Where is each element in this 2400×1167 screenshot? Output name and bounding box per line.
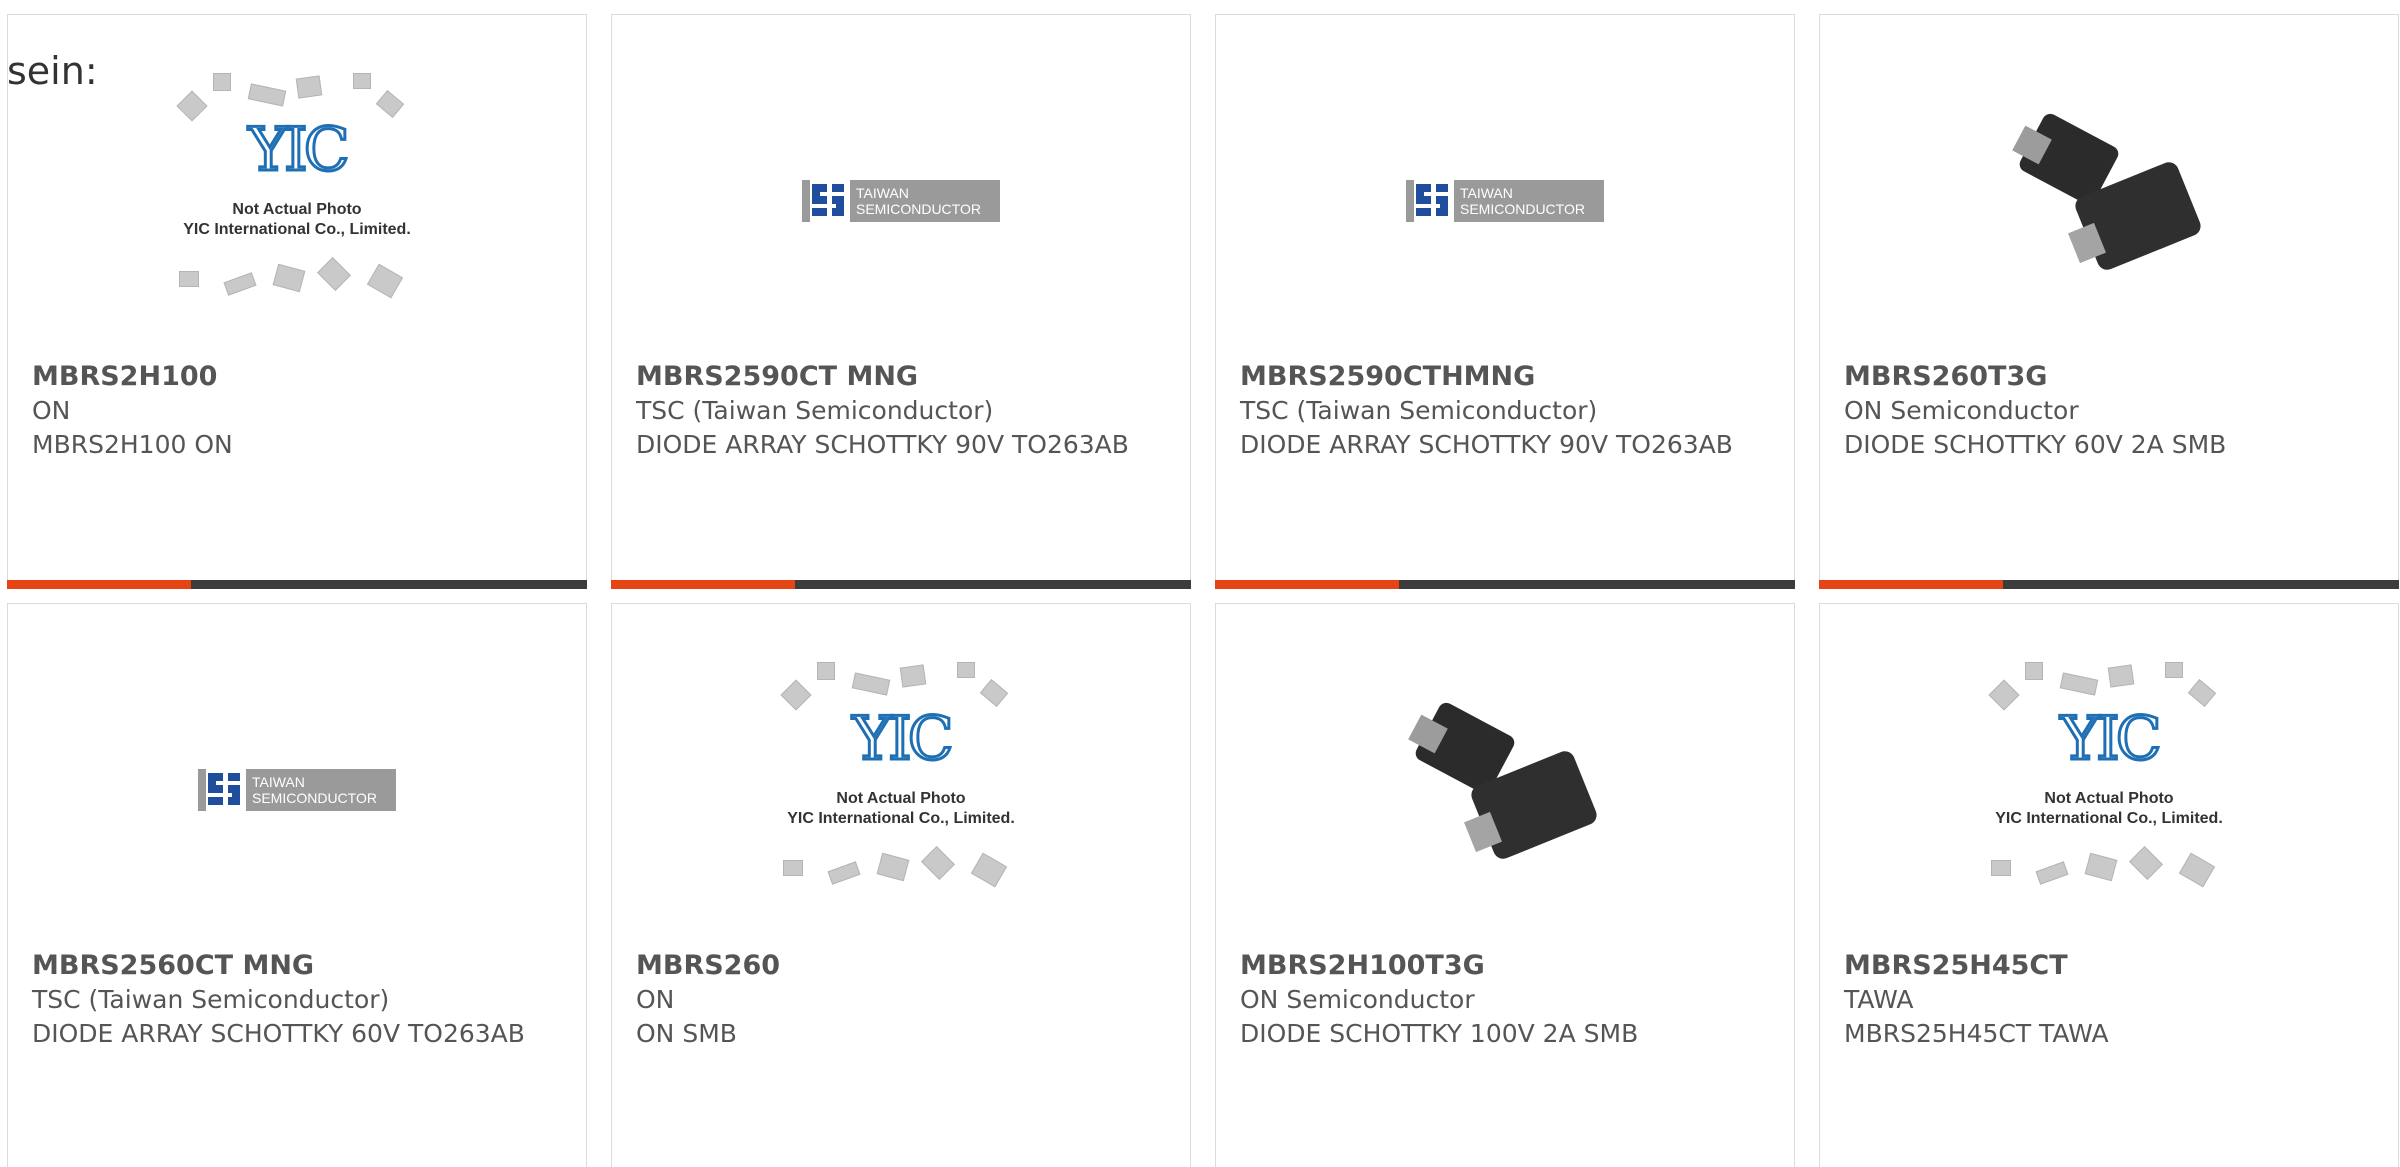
product-card[interactable]: TAIWAN SEMICONDUCTOR MBRS2560CT MNG TSC (… <box>7 603 587 1167</box>
product-card[interactable]: TAIWAN SEMICONDUCTOR MBRS2590CTHMNG TSC (… <box>1215 14 1795 589</box>
card-accent-bar <box>1819 580 2399 589</box>
product-info: MBRS2H100 ON MBRS2H100 ON <box>32 360 566 462</box>
lead-text: sein: <box>7 49 98 93</box>
product-card[interactable]: MBRS260T3G ON Semiconductor DIODE SCHOTT… <box>1819 14 2399 589</box>
yic-placeholder-image: YIC Not Actual Photo YIC International C… <box>1969 654 2249 944</box>
yic-logo: YIC <box>247 114 351 187</box>
manufacturer: ON Semiconductor <box>1240 985 1475 1014</box>
yic-logo: YIC <box>2059 703 2163 776</box>
yic-logo: YIC <box>851 703 955 776</box>
part-number[interactable]: MBRS2590CT MNG <box>636 360 1170 394</box>
description: DIODE ARRAY SCHOTTKY 90V TO263AB <box>636 430 1129 459</box>
card-accent-bar <box>1215 580 1795 589</box>
product-image: TAIWAN SEMICONDUCTOR <box>612 65 1190 355</box>
product-card[interactable]: YIC Not Actual Photo YIC International C… <box>611 603 1191 1167</box>
product-grid-page: sein: YIC Not Actual Photo YIC Internati… <box>0 0 2400 1167</box>
card-accent-bar <box>611 580 1191 589</box>
description: DIODE ARRAY SCHOTTKY 60V TO263AB <box>32 1019 525 1048</box>
product-image: TAIWAN SEMICONDUCTOR <box>1216 65 1794 355</box>
part-number[interactable]: MBRS25H45CT <box>1844 949 2378 983</box>
product-image <box>1820 65 2398 355</box>
description: MBRS2H100 ON <box>32 430 233 459</box>
product-card[interactable]: MBRS2H100T3G ON Semiconductor DIODE SCHO… <box>1215 603 1795 1167</box>
yic-placeholder-image: YIC Not Actual Photo YIC International C… <box>761 654 1041 944</box>
product-info: MBRS2590CT MNG TSC (Taiwan Semiconductor… <box>636 360 1170 462</box>
manufacturer: TSC (Taiwan Semiconductor) <box>32 985 390 1014</box>
smb-diode-photo <box>2009 105 2209 305</box>
manufacturer: ON <box>636 985 675 1014</box>
product-info: MBRS25H45CT TAWA MBRS25H45CT TAWA <box>1844 949 2378 1051</box>
part-number[interactable]: MBRS2H100 <box>32 360 566 394</box>
manufacturer: TSC (Taiwan Semiconductor) <box>1240 396 1598 425</box>
product-image: TAIWAN SEMICONDUCTOR <box>8 654 586 944</box>
product-image <box>1216 654 1794 944</box>
taiwan-semiconductor-logo: TAIWAN SEMICONDUCTOR <box>802 180 1000 222</box>
smb-diode-photo <box>1405 694 1605 894</box>
manufacturer: ON Semiconductor <box>1844 396 2079 425</box>
product-card[interactable]: YIC Not Actual Photo YIC International C… <box>7 14 587 589</box>
manufacturer: ON <box>32 396 71 425</box>
description: DIODE ARRAY SCHOTTKY 90V TO263AB <box>1240 430 1733 459</box>
manufacturer: TSC (Taiwan Semiconductor) <box>636 396 994 425</box>
description: DIODE SCHOTTKY 100V 2A SMB <box>1240 1019 1639 1048</box>
product-info: MBRS2560CT MNG TSC (Taiwan Semiconductor… <box>32 949 566 1051</box>
product-info: MBRS260 ON ON SMB <box>636 949 1170 1051</box>
product-card[interactable]: TAIWAN SEMICONDUCTOR MBRS2590CT MNG TSC (… <box>611 14 1191 589</box>
description: DIODE SCHOTTKY 60V 2A SMB <box>1844 430 2227 459</box>
taiwan-semiconductor-logo: TAIWAN SEMICONDUCTOR <box>198 769 396 811</box>
product-info: MBRS2590CTHMNG TSC (Taiwan Semiconductor… <box>1240 360 1774 462</box>
description: MBRS25H45CT TAWA <box>1844 1019 2109 1048</box>
product-info: MBRS2H100T3G ON Semiconductor DIODE SCHO… <box>1240 949 1774 1051</box>
part-number[interactable]: MBRS2590CTHMNG <box>1240 360 1774 394</box>
part-number[interactable]: MBRS260T3G <box>1844 360 2378 394</box>
taiwan-semiconductor-logo: TAIWAN SEMICONDUCTOR <box>1406 180 1604 222</box>
part-number[interactable]: MBRS260 <box>636 949 1170 983</box>
product-image: YIC Not Actual Photo YIC International C… <box>8 65 586 355</box>
yic-placeholder-image: YIC Not Actual Photo YIC International C… <box>157 65 437 355</box>
part-number[interactable]: MBRS2H100T3G <box>1240 949 1774 983</box>
description: ON SMB <box>636 1019 737 1048</box>
card-accent-bar <box>7 580 587 589</box>
manufacturer: TAWA <box>1844 985 1914 1014</box>
product-image: YIC Not Actual Photo YIC International C… <box>612 654 1190 944</box>
product-info: MBRS260T3G ON Semiconductor DIODE SCHOTT… <box>1844 360 2378 462</box>
product-card[interactable]: YIC Not Actual Photo YIC International C… <box>1819 603 2399 1167</box>
part-number[interactable]: MBRS2560CT MNG <box>32 949 566 983</box>
product-image: YIC Not Actual Photo YIC International C… <box>1820 654 2398 944</box>
